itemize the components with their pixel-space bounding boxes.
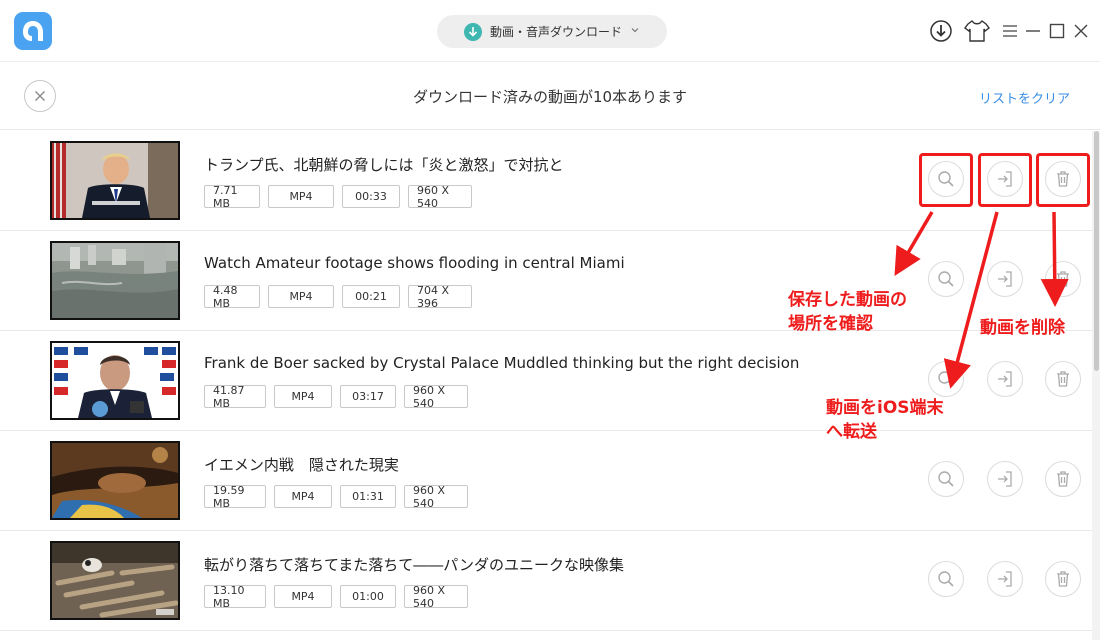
duration-tag: 00:33 [342,185,400,208]
annotation-line: 動画をiOS端末 [826,398,944,418]
transfer-icon [998,171,1012,187]
close-icon[interactable] [1072,18,1090,44]
scrollbar-thumb[interactable] [1094,131,1099,371]
locate-button[interactable] [928,361,964,397]
video-list: トランプ氏、北朝鮮の脅しには「炎と激怒」で対抗と 7.71 MB MP4 00:… [0,131,1092,631]
mode-dropdown[interactable]: 動画・音声ダウンロード [437,15,667,48]
video-thumbnail[interactable] [50,141,180,220]
video-title: トランプ氏、北朝鮮の脅しには「炎と激怒」で対抗と [204,156,564,174]
transfer-button[interactable] [987,361,1023,397]
download-icon[interactable] [928,18,954,44]
duration-tag: 01:31 [340,485,396,508]
size-tag: 7.71 MB [204,184,260,210]
video-thumbnail[interactable] [50,441,180,520]
delete-button[interactable] [1045,461,1081,497]
annotation-locate: 保存した動画の 場所を確認 [788,288,907,336]
video-title: イエメン内戦 隠された現実 [204,456,399,474]
video-meta: 19.59 MB MP4 01:31 960 X 540 [204,484,468,510]
format-tag: MP4 [268,285,334,308]
menu-icon[interactable] [1001,18,1019,44]
locate-button[interactable] [928,561,964,597]
duration-tag: 00:21 [342,285,400,308]
size-tag: 13.10 MB [204,584,266,610]
chevron-down-icon [630,25,640,38]
video-thumbnail[interactable] [50,241,180,320]
video-thumbnail[interactable] [50,341,180,420]
resolution-tag: 960 X 540 [404,584,468,610]
format-tag: MP4 [274,385,332,408]
search-icon [938,271,954,287]
trash-icon [1057,571,1069,587]
title-bar: 動画・音声ダウンロード [0,0,1100,62]
video-thumbnail[interactable] [50,541,180,620]
video-meta: 41.87 MB MP4 03:17 960 X 540 [204,384,468,410]
duration-tag: 01:00 [340,585,396,608]
annotation-line: へ転送 [826,422,877,442]
maximize-icon[interactable] [1048,18,1066,44]
trash-icon [1057,271,1069,287]
list-item: Watch Amateur footage shows flooding in … [0,231,1092,331]
video-meta: 13.10 MB MP4 01:00 960 X 540 [204,584,468,610]
format-tag: MP4 [268,185,334,208]
skin-icon[interactable] [963,18,991,44]
page-title: ダウンロード済みの動画が10本あります [412,88,688,106]
list-header: ダウンロード済みの動画が10本あります リストをクリア [0,62,1100,130]
trash-icon [1057,171,1069,187]
locate-button[interactable] [928,161,964,197]
duration-tag: 03:17 [340,385,396,408]
format-tag: MP4 [274,585,332,608]
annotation-delete: 動画を削除 [980,318,1065,338]
transfer-button[interactable] [987,161,1023,197]
download-mode-icon [463,22,482,41]
delete-button[interactable] [1045,261,1081,297]
list-item: イエメン内戦 隠された現実 19.59 MB MP4 01:31 960 X 5… [0,431,1092,531]
app-logo [14,12,52,50]
transfer-icon [998,571,1012,587]
transfer-icon [998,271,1012,287]
annotation-line: 保存した動画の [788,290,907,310]
transfer-button[interactable] [987,261,1023,297]
size-tag: 41.87 MB [204,384,266,410]
video-title: Watch Amateur footage shows flooding in … [204,254,625,272]
transfer-button[interactable] [987,561,1023,597]
delete-button[interactable] [1045,561,1081,597]
search-icon [938,171,954,187]
mode-label: 動画・音声ダウンロード [489,25,622,39]
trash-icon [1057,471,1069,487]
delete-button[interactable] [1045,361,1081,397]
delete-button[interactable] [1045,161,1081,197]
resolution-tag: 704 X 396 [408,284,472,310]
resolution-tag: 960 X 540 [404,484,468,510]
trash-icon [1057,371,1069,387]
video-meta: 4.48 MB MP4 00:21 704 X 396 [204,284,472,310]
video-title: Frank de Boer sacked by Crystal Palace M… [204,354,800,372]
video-meta: 7.71 MB MP4 00:33 960 X 540 [204,184,472,210]
search-icon [938,571,954,587]
search-icon [938,471,954,487]
resolution-tag: 960 X 540 [404,384,468,410]
annotation-transfer: 動画をiOS端末 へ転送 [826,396,944,444]
clear-list-link[interactable]: リストをクリア [979,88,1070,107]
transfer-icon [998,371,1012,387]
video-title: 転がり落ちて落ちてまた落ちて――パンダのユニークな映像集 [204,556,625,574]
locate-button[interactable] [928,461,964,497]
minimize-icon[interactable] [1024,18,1042,44]
list-item: トランプ氏、北朝鮮の脅しには「炎と激怒」で対抗と 7.71 MB MP4 00:… [0,131,1092,231]
search-icon [938,371,954,387]
locate-button[interactable] [928,261,964,297]
resolution-tag: 960 X 540 [408,184,472,210]
transfer-icon [998,471,1012,487]
transfer-button[interactable] [987,461,1023,497]
list-item: 転がり落ちて落ちてまた落ちて――パンダのユニークな映像集 13.10 MB MP… [0,531,1092,631]
size-tag: 19.59 MB [204,484,266,510]
format-tag: MP4 [274,485,332,508]
annotation-line: 場所を確認 [788,314,873,334]
size-tag: 4.48 MB [204,284,260,310]
